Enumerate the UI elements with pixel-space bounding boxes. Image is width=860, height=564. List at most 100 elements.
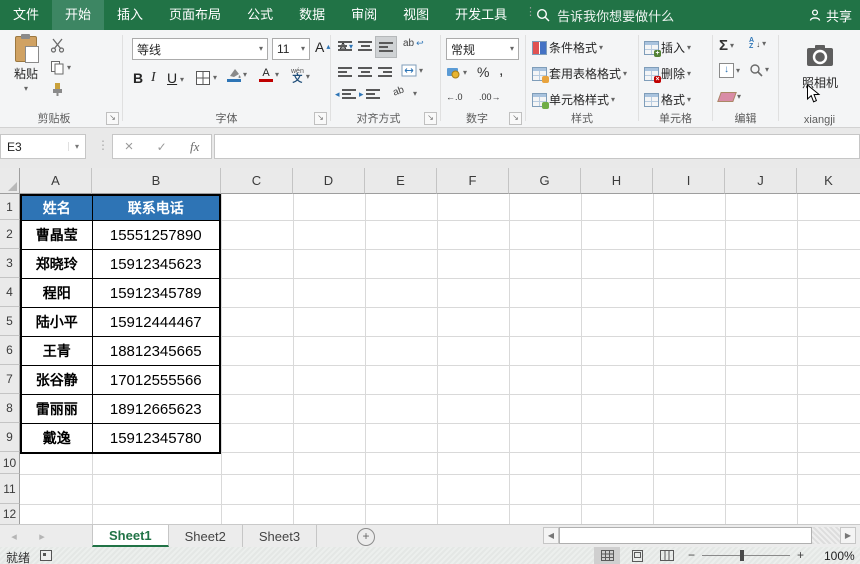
select-all-corner[interactable]: [0, 168, 20, 194]
cell-styles-button[interactable]: 单元格样式 ▾: [532, 91, 615, 108]
cell-name[interactable]: 程阳: [21, 279, 92, 308]
percent-style-button[interactable]: %: [477, 64, 489, 80]
bottom-align-button[interactable]: [375, 36, 397, 58]
decrease-indent-button[interactable]: ◂: [335, 88, 356, 100]
row-header-6[interactable]: 6: [0, 336, 20, 365]
borders-button[interactable]: ▾: [195, 70, 217, 86]
fill-color-button[interactable]: ▾: [227, 68, 247, 82]
middle-align-button[interactable]: [355, 36, 375, 56]
clear-button[interactable]: ▾: [719, 92, 741, 102]
cell-phone[interactable]: 15912345780: [92, 424, 220, 454]
cell-name[interactable]: 张谷静: [21, 366, 92, 395]
horizontal-scrollbar[interactable]: ◀ ▶: [543, 527, 856, 544]
wrap-text-button[interactable]: ab↩: [403, 38, 424, 49]
tab-developer[interactable]: 开发工具: [442, 0, 520, 30]
copy-button[interactable]: ▾: [50, 60, 71, 75]
column-header-c[interactable]: C: [221, 168, 293, 194]
delete-cells-button[interactable]: × 删除 ▾: [644, 65, 691, 82]
tab-page-layout[interactable]: 页面布局: [156, 0, 234, 30]
sort-filter-button[interactable]: AZ ↓ ▾: [749, 38, 766, 50]
underline-caret[interactable]: ▾: [180, 76, 184, 84]
find-select-button[interactable]: ▾: [749, 63, 769, 77]
row-header-11[interactable]: 11: [0, 474, 20, 504]
autosum-button[interactable]: Σ ▾: [719, 37, 734, 54]
italic-button[interactable]: I: [151, 70, 156, 86]
accounting-format-button[interactable]: ▾: [446, 66, 467, 79]
increase-indent-button[interactable]: ▸: [359, 88, 380, 100]
cell-name[interactable]: 曹晶莹: [21, 221, 92, 250]
tab-formulas[interactable]: 公式: [234, 0, 286, 30]
comma-style-button[interactable]: ,: [499, 62, 503, 80]
tab-file[interactable]: 文件: [0, 0, 52, 30]
header-cell-name[interactable]: 姓名: [21, 195, 92, 221]
column-header-a[interactable]: A: [20, 168, 92, 194]
tab-review[interactable]: 审阅: [338, 0, 390, 30]
cancel-entry-icon[interactable]: ×: [125, 138, 134, 155]
row-header-5[interactable]: 5: [0, 307, 20, 336]
column-header-f[interactable]: F: [437, 168, 509, 194]
normal-view-button[interactable]: [594, 547, 620, 564]
cell-name[interactable]: 雷丽丽: [21, 395, 92, 424]
underline-button[interactable]: U: [167, 70, 177, 86]
sheet-tab-sheet2[interactable]: Sheet2: [169, 525, 243, 547]
font-color-button[interactable]: A ▾: [259, 68, 279, 82]
column-header-j[interactable]: J: [725, 168, 797, 194]
header-cell-phone[interactable]: 联系电话: [92, 195, 220, 221]
merge-center-button[interactable]: ▾: [401, 64, 423, 77]
formula-bar-grip-icon[interactable]: ⋮: [97, 138, 109, 152]
conditional-formatting-button[interactable]: 条件格式 ▾: [532, 39, 603, 56]
format-cells-button[interactable]: 格式 ▾: [644, 91, 691, 108]
number-dialog-launcher[interactable]: ↘: [509, 112, 522, 125]
name-box-caret-icon[interactable]: ▾: [68, 142, 85, 151]
paste-button[interactable]: 粘贴 ▾: [6, 36, 46, 93]
number-format-select[interactable]: 常规 ▾: [446, 38, 519, 60]
decrease-decimal-button[interactable]: .00→: [479, 92, 501, 102]
scroll-right-icon[interactable]: ▶: [840, 527, 856, 544]
cell-phone[interactable]: 15912444467: [92, 308, 220, 337]
cell-phone[interactable]: 15912345623: [92, 250, 220, 279]
sheet-nav-right-icon[interactable]: ▸: [28, 525, 56, 547]
row-header-1[interactable]: 1: [0, 194, 20, 220]
top-align-button[interactable]: [335, 36, 355, 56]
format-as-table-button[interactable]: 套用表格格式 ▾: [532, 65, 627, 82]
tab-view[interactable]: 视图: [390, 0, 442, 30]
cell-name[interactable]: 戴逸: [21, 424, 92, 454]
column-header-g[interactable]: G: [509, 168, 581, 194]
name-box[interactable]: E3 ▾: [0, 134, 86, 159]
tell-me-search[interactable]: 告诉我你想要做什么: [536, 0, 674, 30]
sheet-tab-sheet3[interactable]: Sheet3: [243, 525, 317, 547]
confirm-entry-icon[interactable]: ✓: [157, 140, 167, 154]
insert-function-icon[interactable]: fx: [190, 139, 199, 155]
font-name-select[interactable]: 等线 ▾: [132, 38, 268, 60]
page-layout-view-button[interactable]: [624, 547, 650, 564]
row-header-4[interactable]: 4: [0, 278, 20, 307]
row-header-7[interactable]: 7: [0, 365, 20, 394]
align-center-button[interactable]: [355, 62, 375, 82]
column-header-e[interactable]: E: [365, 168, 437, 194]
grow-font-button[interactable]: A▴: [315, 39, 330, 55]
row-header-9[interactable]: 9: [0, 423, 20, 452]
font-dialog-launcher[interactable]: ↘: [314, 112, 327, 125]
row-header-8[interactable]: 8: [0, 394, 20, 423]
zoom-in-button[interactable]: +: [797, 548, 804, 562]
column-header-b[interactable]: B: [92, 168, 221, 194]
cell-phone[interactable]: 15912345789: [92, 279, 220, 308]
clipboard-dialog-launcher[interactable]: ↘: [106, 112, 119, 125]
orientation-button[interactable]: ab: [391, 84, 405, 98]
cell-name[interactable]: 王青: [21, 337, 92, 366]
scrollbar-track[interactable]: [812, 527, 840, 544]
orientation-caret[interactable]: ▾: [413, 90, 417, 98]
increase-decimal-button[interactable]: ←.0: [446, 92, 463, 102]
phonetic-guide-button[interactable]: wén 文 ▾: [291, 68, 310, 85]
row-header-10[interactable]: 10: [0, 452, 20, 474]
row-header-2[interactable]: 2: [0, 220, 20, 249]
cell-phone[interactable]: 15551257890: [92, 221, 220, 250]
align-left-button[interactable]: [335, 62, 355, 82]
zoom-level[interactable]: 100%: [824, 549, 855, 563]
share-button[interactable]: 共享: [804, 0, 856, 30]
cut-button[interactable]: [50, 38, 65, 53]
scroll-left-icon[interactable]: ◀: [543, 527, 559, 544]
sheet-nav-left-icon[interactable]: ◂: [0, 525, 28, 547]
column-header-i[interactable]: I: [653, 168, 725, 194]
sheet-tab-sheet1[interactable]: Sheet1: [92, 525, 169, 547]
